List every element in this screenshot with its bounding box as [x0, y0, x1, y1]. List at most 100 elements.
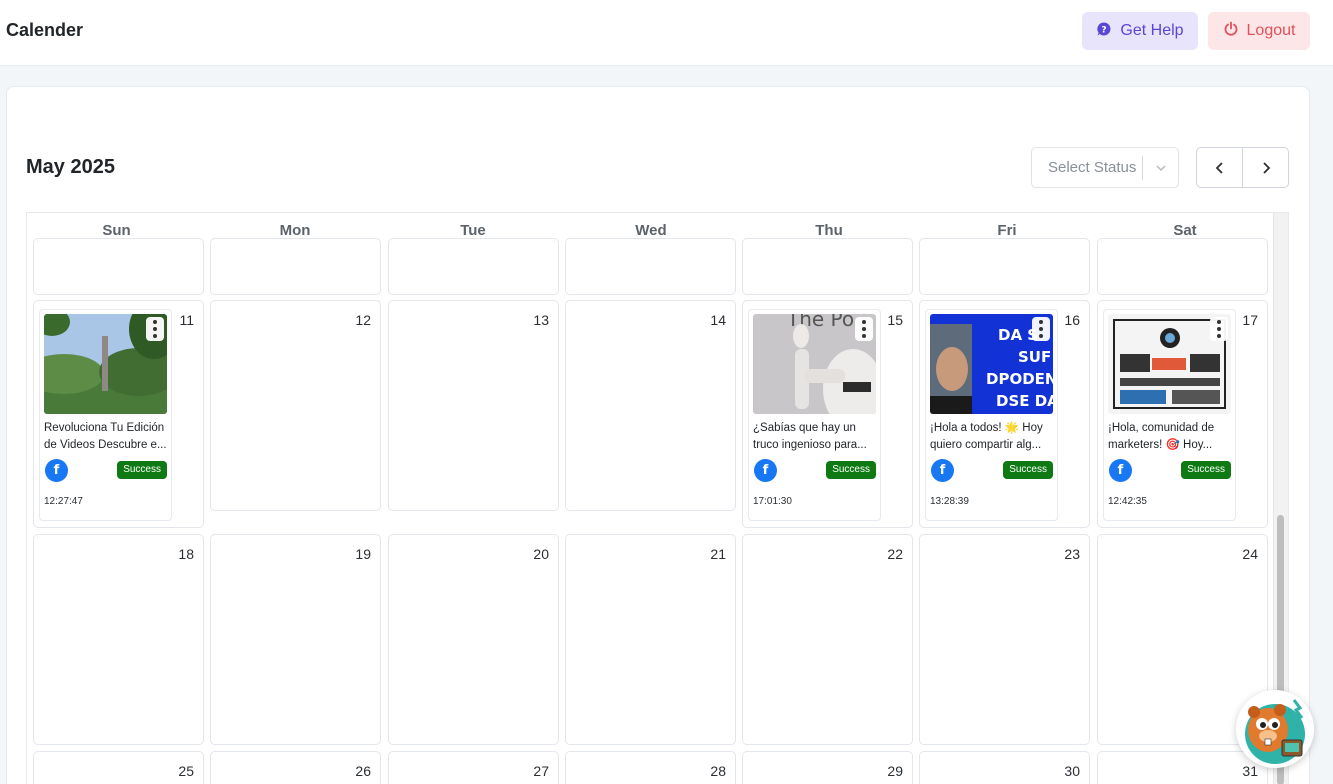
day-number: 21	[710, 546, 726, 562]
status-select-placeholder: Select Status	[1048, 159, 1137, 176]
day-number: 16	[1064, 312, 1080, 328]
get-help-label: Get Help	[1120, 22, 1184, 39]
page-title: Calender	[6, 20, 84, 40]
day-cell[interactable]	[1097, 238, 1268, 295]
day-cell-15[interactable]: 15 The Po ¿Sabías que hay un truco ingen…	[742, 300, 913, 528]
day-number: 11	[179, 312, 194, 328]
day-cell[interactable]	[565, 238, 736, 295]
post-time: 12:42:35	[1108, 496, 1147, 507]
day-number: 29	[887, 763, 903, 779]
day-cell-17[interactable]: 17 ¡Hola, comunidad de marketers! 🎯 Hoy.…	[1097, 300, 1268, 528]
post-time: 12:27:47	[44, 496, 83, 507]
day-number: 20	[533, 546, 549, 562]
day-cell-14[interactable]: 14	[565, 300, 736, 511]
post-thumbnail	[1108, 314, 1231, 414]
day-number: 22	[887, 546, 903, 562]
day-cell-22[interactable]: 22	[742, 534, 913, 745]
day-number: 12	[355, 312, 371, 328]
post-caption: Revoluciona Tu Edición de Videos Descubr…	[44, 422, 167, 451]
day-cell-18[interactable]: 18	[33, 534, 204, 745]
previous-month-button[interactable]	[1197, 148, 1242, 187]
month-navigation	[1196, 147, 1289, 188]
logout-label: Logout	[1246, 22, 1296, 39]
svg-text:?: ?	[1102, 25, 1107, 35]
logout-button[interactable]: Logout	[1208, 12, 1310, 50]
next-month-button[interactable]	[1242, 148, 1288, 187]
day-number: 19	[355, 546, 371, 562]
day-number: 23	[1064, 546, 1080, 562]
status-badge: Success	[826, 461, 876, 479]
scheduled-post[interactable]: ¡Hola, comunidad de marketers! 🎯 Hoy... …	[1103, 309, 1236, 521]
day-cell-23[interactable]: 23	[919, 534, 1090, 745]
facebook-icon: f	[754, 459, 777, 482]
status-badge: Success	[1003, 461, 1053, 479]
day-cell-20[interactable]: 20	[388, 534, 559, 745]
day-number: 18	[178, 546, 194, 562]
post-time: 17:01:30	[753, 496, 792, 507]
day-cell-27[interactable]: 27	[388, 751, 559, 784]
beaver-mascot-icon	[1236, 690, 1314, 768]
post-thumbnail: The Po	[753, 314, 876, 414]
get-help-button[interactable]: ? Get Help	[1082, 12, 1198, 50]
more-options-icon[interactable]	[146, 317, 164, 341]
scheduled-post[interactable]: DA S SUF DPODEN DSE DA ¡Hola a todos! 🌟 …	[925, 309, 1058, 521]
status-badge: Success	[1181, 461, 1231, 479]
post-caption: ¡Hola, comunidad de marketers! 🎯 Hoy...	[1108, 422, 1215, 451]
day-cell-11[interactable]: 11 Revoluciona Tu Edición de Videos Desc…	[33, 300, 204, 528]
more-options-icon[interactable]	[855, 317, 873, 341]
post-time: 13:28:39	[930, 496, 969, 507]
help-icon: ?	[1096, 21, 1112, 42]
day-cell[interactable]	[742, 238, 913, 295]
day-number: 27	[533, 763, 549, 779]
day-cell-12[interactable]: 12	[210, 300, 381, 511]
day-cell-28[interactable]: 28	[565, 751, 736, 784]
post-caption: ¡Hola a todos! 🌟 Hoy quiero compartir al…	[930, 422, 1043, 451]
day-cell-29[interactable]: 29	[742, 751, 913, 784]
svg-text:SUF: SUF	[1018, 348, 1051, 366]
facebook-icon: f	[931, 459, 954, 482]
day-cell-21[interactable]: 21	[565, 534, 736, 745]
more-options-icon[interactable]	[1032, 317, 1050, 341]
power-icon	[1223, 21, 1239, 42]
day-cell-25[interactable]: 25	[33, 751, 204, 784]
day-cell-26[interactable]: 26	[210, 751, 381, 784]
post-thumbnail: DA S SUF DPODEN DSE DA	[930, 314, 1053, 414]
assistant-mascot-button[interactable]	[1236, 690, 1314, 768]
day-cell[interactable]	[919, 238, 1090, 295]
day-number: 14	[710, 312, 726, 328]
day-cell-30[interactable]: 30	[919, 751, 1090, 784]
calendar-grid: Sun Mon Tue Wed Thu Fri Sat 11 Revolucio…	[26, 212, 1289, 784]
status-select[interactable]: Select Status	[1031, 147, 1179, 188]
day-number: 24	[1242, 546, 1258, 562]
month-title: May 2025	[26, 156, 115, 178]
scheduled-post[interactable]: Revoluciona Tu Edición de Videos Descubr…	[39, 309, 172, 521]
chevron-right-icon	[1262, 161, 1270, 174]
day-cell-19[interactable]: 19	[210, 534, 381, 745]
post-thumbnail	[44, 314, 167, 414]
day-cell[interactable]	[33, 238, 204, 295]
day-number: 26	[355, 763, 371, 779]
day-number: 13	[533, 312, 549, 328]
day-number: 15	[887, 312, 903, 328]
facebook-icon: f	[1109, 459, 1132, 482]
day-cell-13[interactable]: 13	[388, 300, 559, 511]
svg-text:DSE DA: DSE DA	[996, 392, 1053, 410]
day-cell-16[interactable]: 16 DA S SUF DPODEN DSE DA ¡Hola a todos!…	[919, 300, 1090, 528]
chevron-left-icon	[1215, 161, 1223, 174]
svg-text:DPODEN: DPODEN	[986, 370, 1053, 388]
post-caption: ¿Sabías que hay un truco ingenioso para.…	[753, 422, 867, 451]
top-header: Calender ? Get Help Logout	[0, 0, 1333, 66]
day-number: 25	[178, 763, 194, 779]
day-number: 30	[1064, 763, 1080, 779]
day-cell[interactable]	[388, 238, 559, 295]
more-options-icon[interactable]	[1210, 317, 1228, 341]
day-number: 28	[710, 763, 726, 779]
day-number: 31	[1242, 763, 1258, 779]
facebook-icon: f	[45, 459, 68, 482]
day-cell-31[interactable]: 31	[1097, 751, 1268, 784]
status-badge: Success	[117, 461, 167, 479]
day-number: 17	[1242, 312, 1258, 328]
scheduled-post[interactable]: The Po ¿Sabías que hay un truco ingenios…	[748, 309, 881, 521]
day-cell[interactable]	[210, 238, 381, 295]
chevron-down-icon	[1143, 161, 1178, 175]
